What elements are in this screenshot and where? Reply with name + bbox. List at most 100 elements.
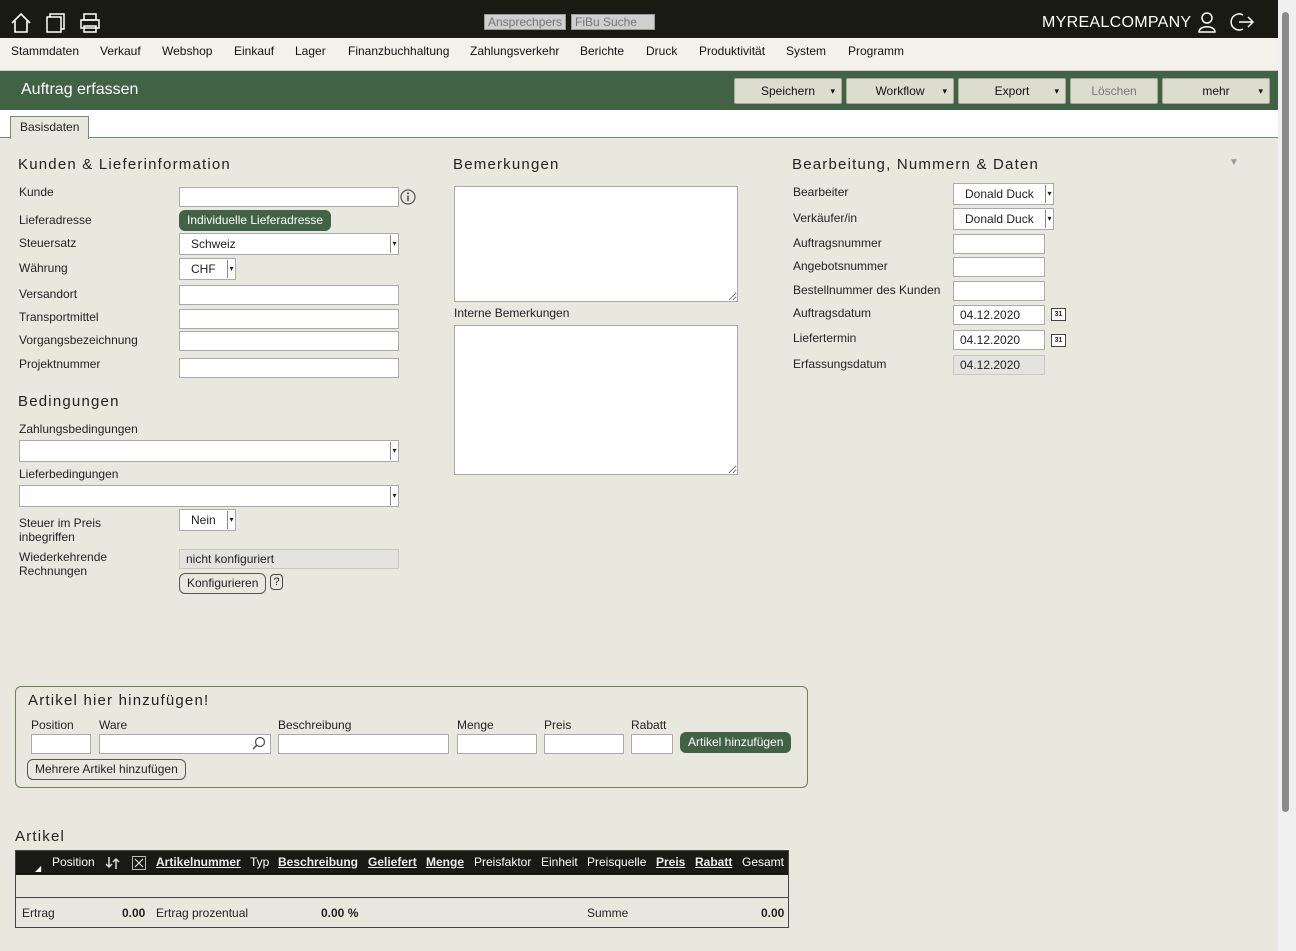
table-header: ◢ Position Artikelnummer Typ Beschreibun… <box>16 851 788 875</box>
interne-bemerkungen-textarea[interactable] <box>454 325 738 475</box>
bemerkungen-textarea[interactable] <box>454 186 738 302</box>
collapse-chevron-icon[interactable]: ▼ <box>1229 157 1239 168</box>
tab-basisdaten[interactable]: Basisdaten <box>10 116 90 139</box>
col-geliefert[interactable]: Geliefert <box>368 855 417 869</box>
workflow-button[interactable]: Workflow ▾ <box>846 78 954 104</box>
versandort-label: Versandort <box>19 287 78 301</box>
bearbeiter-value: Donald Duck <box>965 187 1034 201</box>
menu-item-webshop[interactable]: Webshop <box>162 44 212 58</box>
ware-input[interactable] <box>99 734 271 754</box>
col-preisfaktor: Preisfaktor <box>474 855 532 869</box>
chevron-down-icon: ▾ <box>942 86 947 96</box>
auftragsdatum-label: Auftragsdatum <box>793 306 872 320</box>
verkaeufer-select[interactable]: Donald Duck ▾ <box>953 208 1054 230</box>
col-preis[interactable]: Preis <box>656 855 685 869</box>
add-article-button[interactable]: Artikel hinzufügen <box>680 732 792 753</box>
col-beschreibung[interactable]: Beschreibung <box>278 855 358 869</box>
col-typ: Typ <box>250 855 270 869</box>
delete-button[interactable]: Löschen <box>1070 78 1158 104</box>
reorder-icon[interactable] <box>105 855 121 874</box>
liefertermin-input[interactable] <box>953 330 1045 350</box>
auftragsdatum-input[interactable] <box>953 305 1045 325</box>
menu-item-finanzbuchhaltung[interactable]: Finanzbuchhaltung <box>348 44 449 58</box>
summe-value: 0.00 <box>761 906 785 920</box>
waehrung-select[interactable]: CHF ▾ <box>179 258 236 280</box>
col-position[interactable]: Position <box>52 855 95 869</box>
konfigurieren-button[interactable]: Konfigurieren <box>179 573 267 594</box>
chevron-down-icon: ▾ <box>830 86 835 96</box>
menu-item-produktivitaet[interactable]: Produktivität <box>699 44 765 58</box>
ertrag-value: 0.00 <box>122 906 146 920</box>
menu-item-einkauf[interactable]: Einkauf <box>234 44 274 58</box>
delete-selected-icon[interactable] <box>132 856 146 870</box>
vertical-scrollbar[interactable] <box>1278 0 1296 951</box>
auftragsnummer-input[interactable] <box>953 234 1045 254</box>
bestellnummer-input[interactable] <box>953 281 1045 301</box>
user-icon[interactable] <box>1196 11 1218 33</box>
menu-item-programm[interactable]: Programm <box>848 44 904 58</box>
steuer-im-preis-select[interactable]: Nein ▾ <box>179 509 236 531</box>
angebotsnummer-label: Angebotsnummer <box>793 259 888 273</box>
lieferbedingungen-select[interactable]: ▾ <box>19 485 399 507</box>
steuersatz-value: Schweiz <box>191 237 236 251</box>
workflow-button-label: Workflow <box>875 84 925 98</box>
section-heading-bearbeitung: Bearbeitung, Nummern & Daten <box>792 156 1040 173</box>
versandort-input[interactable] <box>179 285 399 305</box>
preis-input[interactable] <box>544 734 624 754</box>
save-button[interactable]: Speichern ▾ <box>734 78 842 104</box>
steuer-im-preis-value: Nein <box>191 513 216 527</box>
zahlungsbedingungen-select[interactable]: ▾ <box>19 440 399 462</box>
search-icon[interactable] <box>252 736 266 750</box>
sort-triangle-icon[interactable]: ◢ <box>35 864 41 873</box>
steuer-im-preis-label: Steuer im Preis inbegriffen <box>19 516 102 544</box>
col-menge[interactable]: Menge <box>426 855 464 869</box>
menu-item-stammdaten[interactable]: Stammdaten <box>11 44 79 58</box>
calendar-icon[interactable]: 31 <box>1051 308 1066 321</box>
beschreibung-input[interactable] <box>278 734 449 754</box>
menu-item-berichte[interactable]: Berichte <box>580 44 624 58</box>
menu-item-druck[interactable]: Druck <box>646 44 677 58</box>
rabatt-input[interactable] <box>631 734 673 754</box>
position-label: Position <box>31 718 74 732</box>
menu-item-system[interactable]: System <box>786 44 826 58</box>
position-input[interactable] <box>31 734 91 754</box>
contact-search-input[interactable] <box>484 14 566 30</box>
kunde-input[interactable] <box>179 187 399 207</box>
menge-label: Menge <box>457 718 494 732</box>
bearbeiter-label: Bearbeiter <box>793 185 849 199</box>
logout-icon[interactable] <box>1229 11 1255 33</box>
home-icon[interactable] <box>10 12 32 34</box>
angebotsnummer-input[interactable] <box>953 257 1045 277</box>
col-artikelnummer[interactable]: Artikelnummer <box>156 855 241 869</box>
export-button[interactable]: Export ▾ <box>958 78 1066 104</box>
menu-item-lager[interactable]: Lager <box>295 44 326 58</box>
menu-item-zahlungsverkehr[interactable]: Zahlungsverkehr <box>470 44 559 58</box>
new-window-icon[interactable] <box>44 12 66 34</box>
menge-input[interactable] <box>457 734 537 754</box>
ertrag-prozentual-label: Ertrag prozentual <box>156 906 249 920</box>
beschreibung-label: Beschreibung <box>278 718 352 732</box>
more-button[interactable]: mehr ▾ <box>1162 78 1270 104</box>
ertrag-prozentual-value: 0.00 % <box>321 906 359 920</box>
vorgangsbezeichnung-input[interactable] <box>179 331 399 351</box>
menu-item-verkauf[interactable]: Verkauf <box>100 44 141 58</box>
col-rabatt[interactable]: Rabatt <box>695 855 732 869</box>
section-heading-artikel: Artikel <box>15 828 66 845</box>
info-icon[interactable] <box>400 189 416 205</box>
projektnummer-input[interactable] <box>179 358 399 378</box>
fibu-search-input[interactable] <box>571 14 655 30</box>
scrollbar-thumb[interactable] <box>1282 12 1289 812</box>
add-article-panel: Artikel hier hinzufügen! Position Ware B… <box>15 686 808 788</box>
steuersatz-select[interactable]: Schweiz ▾ <box>179 233 399 255</box>
add-multiple-articles-button[interactable]: Mehrere Artikel hinzufügen <box>27 759 186 780</box>
bearbeiter-select[interactable]: Donald Duck ▾ <box>953 183 1054 205</box>
chevron-down-icon: ▾ <box>227 260 235 278</box>
transportmittel-input[interactable] <box>179 309 399 329</box>
auftragsnummer-label: Auftragsnummer <box>793 236 882 250</box>
print-icon[interactable] <box>79 12 101 34</box>
col-gesamt: Gesamt <box>742 855 785 869</box>
individual-delivery-address-button[interactable]: Individuelle Lieferadresse <box>179 210 332 231</box>
lieferadresse-label: Lieferadresse <box>19 213 92 227</box>
calendar-icon[interactable]: 31 <box>1051 334 1066 347</box>
help-icon[interactable]: ? <box>270 574 283 590</box>
